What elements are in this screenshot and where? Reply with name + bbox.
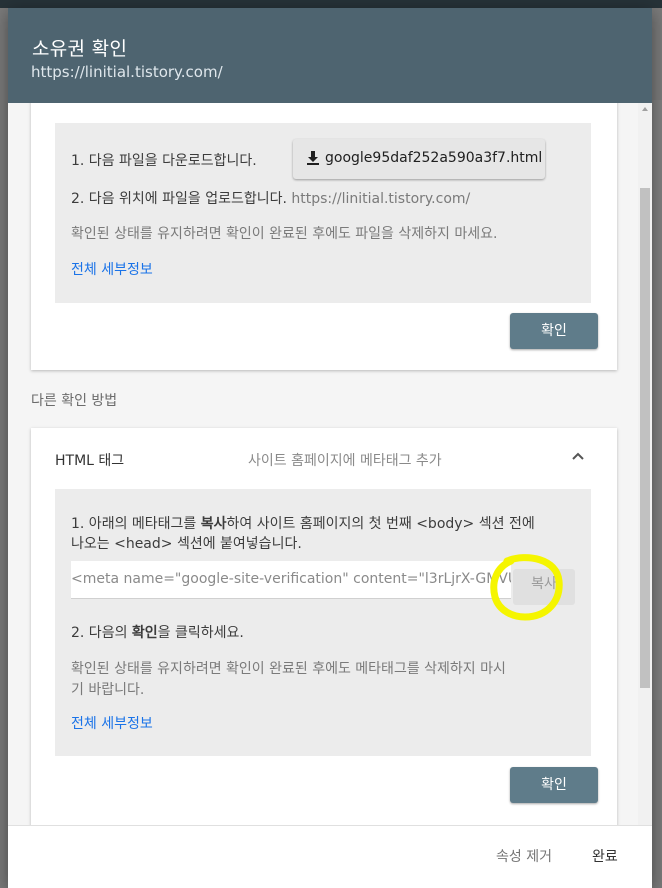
page-edge <box>652 100 662 700</box>
html-file-method-card: 1. 다음 파일을 다운로드합니다. google95daf252a590a3f… <box>31 103 617 370</box>
scroll-up-arrow-icon[interactable] <box>642 107 648 111</box>
dialog-header: 소유권 확인 https://linitial.tistory.com/ <box>8 8 652 103</box>
tag-step2-bold: 확인 <box>131 625 158 641</box>
step1-text: 1. 다음 파일을 다운로드합니다. <box>71 153 257 169</box>
tag-step1-text-b: 하여 사이트 홈페이지의 첫 번째 <body> 섹션 전에 <box>226 516 535 532</box>
tag-step1-bold: 복사 <box>200 516 227 532</box>
html-tag-method-description[interactable]: 사이트 홈페이지에 메타태그 추가 <box>248 450 442 470</box>
vertical-scrollbar[interactable] <box>638 103 652 825</box>
done-button[interactable]: 완료 <box>592 846 618 866</box>
meta-tag-value: <meta name="google-site-verification" co… <box>71 571 511 587</box>
html-tag-instructions: 1. 아래의 메타태그를 복사하여 사이트 홈페이지의 첫 번째 <body> … <box>55 489 591 756</box>
tag-step1-line1: 1. 아래의 메타태그를 복사하여 사이트 홈페이지의 첫 번째 <body> … <box>71 513 535 533</box>
step2-prefix: 2. 다음 위치에 파일을 업로드합니다. <box>71 191 287 207</box>
html-tag-method-card: HTML 태그 사이트 홈페이지에 메타태그 추가 1. 아래의 메타태그를 복… <box>31 428 617 825</box>
tag-details-link[interactable]: 전체 세부정보 <box>71 713 153 733</box>
other-methods-label: 다른 확인 방법 <box>31 393 118 409</box>
html-file-instructions: 1. 다음 파일을 다운로드합니다. google95daf252a590a3f… <box>55 123 591 303</box>
step2-text: 2. 다음 위치에 파일을 업로드합니다. https://linitial.t… <box>71 188 470 208</box>
html-tag-method-name[interactable]: HTML 태그 <box>55 450 124 470</box>
file-details-link[interactable]: 전체 세부정보 <box>71 259 153 279</box>
tag-step2: 2. 다음의 확인을 클릭하세요. <box>71 622 244 642</box>
yellow-highlight-annotation <box>490 554 563 621</box>
remove-property-button[interactable]: 속성 제거 <box>496 846 552 866</box>
tag-note-line2: 기 바랍니다. <box>71 682 145 698</box>
download-file-button[interactable]: google95daf252a590a3f7.html <box>293 139 545 179</box>
meta-tag-field[interactable]: <meta name="google-site-verification" co… <box>71 561 511 599</box>
dialog-footer: 속성 제거 완료 <box>8 825 652 888</box>
dialog-content[interactable]: 1. 다음 파일을 다운로드합니다. google95daf252a590a3f… <box>8 103 652 825</box>
tag-step2-text-b: 을 클릭하세요. <box>157 625 244 641</box>
tag-step1-text-a: 1. 아래의 메타태그를 <box>71 516 201 532</box>
dialog-subtitle: https://linitial.tistory.com/ <box>31 63 223 81</box>
verify-file-button[interactable]: 확인 <box>510 313 598 349</box>
keep-file-note: 확인된 상태를 유지하려면 확인이 완료된 후에도 파일을 삭제하지 마세요. <box>71 226 498 242</box>
download-icon <box>307 151 319 165</box>
download-file-name: google95daf252a590a3f7.html <box>325 150 543 166</box>
scrollbar-thumb[interactable] <box>640 188 650 688</box>
ownership-verification-dialog: 소유권 확인 https://linitial.tistory.com/ 1. … <box>8 8 652 888</box>
tag-note-line1: 확인된 상태를 유지하려면 확인이 완료된 후에도 메타태그를 삭제하지 마시 <box>71 661 506 677</box>
tag-step2-text-a: 2. 다음의 <box>71 625 132 641</box>
step2-url: https://linitial.tistory.com/ <box>291 191 471 207</box>
verify-tag-button[interactable]: 확인 <box>510 767 598 803</box>
tag-step1-line2: 나오는 <head> 섹션에 붙여넣습니다. <box>71 536 302 552</box>
dialog-title: 소유권 확인 <box>32 38 128 60</box>
chevron-up-icon[interactable] <box>571 449 585 463</box>
page-top-bar <box>0 0 662 8</box>
